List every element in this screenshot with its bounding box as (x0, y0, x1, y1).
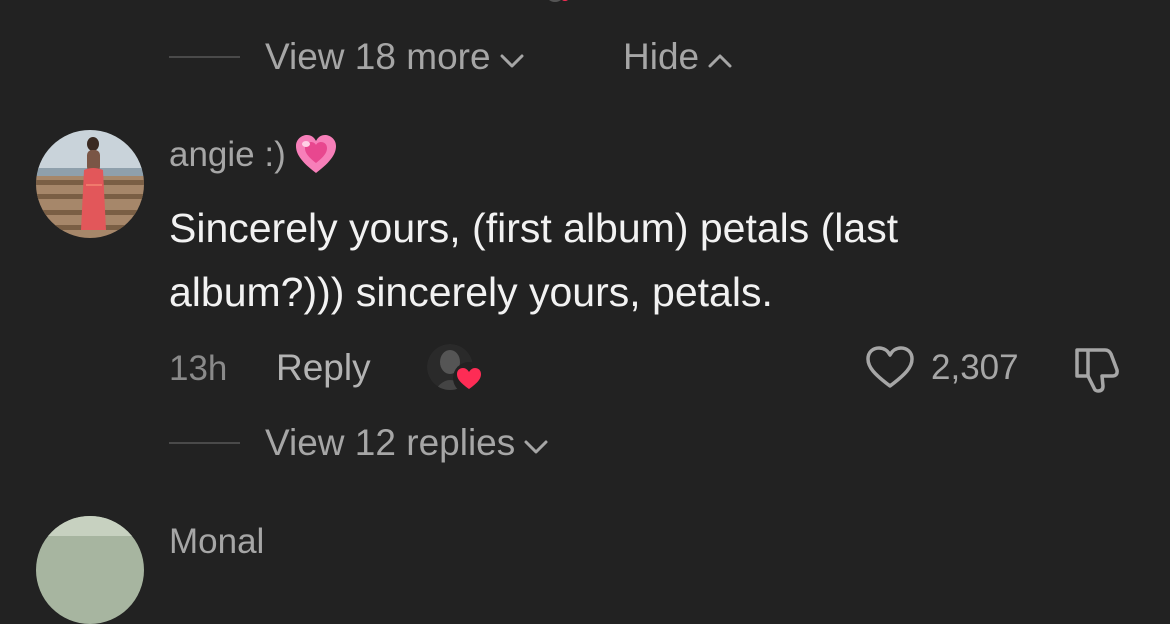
view-more-label: View 18 more (265, 36, 491, 77)
avatar[interactable] (36, 130, 144, 238)
heart-emoji (294, 133, 338, 177)
comment-text: Sincerely yours, (first album) petals (l… (169, 196, 898, 324)
view-more-button[interactable]: View 18 more (265, 35, 525, 79)
reply-button[interactable]: Reply (276, 346, 371, 390)
thumbs-down-icon[interactable] (1071, 344, 1125, 394)
hide-label: Hide (623, 36, 700, 77)
username[interactable]: angie :) (169, 133, 286, 177)
creator-liked-badge (452, 362, 486, 394)
comment-header: angie :) (169, 133, 338, 177)
hide-button[interactable]: Hide (623, 35, 733, 79)
next-comment-username[interactable]: Monal (169, 520, 264, 564)
like-count: 2,307 (931, 348, 1019, 387)
view-replies-label: View 12 replies (265, 422, 516, 463)
comment-text-line-2: album?))) sincerely yours, petals. (169, 269, 773, 315)
previous-row-remnant (420, 0, 1120, 4)
heart-outline-icon[interactable] (864, 344, 916, 390)
comment-timestamp: 13h (169, 349, 228, 388)
comment-text-line-1: Sincerely yours, (first album) petals (l… (169, 205, 899, 251)
view-replies-button[interactable]: View 12 replies (265, 421, 549, 465)
replies-divider-line (169, 442, 240, 444)
chevron-down-icon (523, 421, 549, 465)
chevron-down-icon (499, 35, 525, 79)
thread-divider-line (169, 56, 240, 58)
next-comment-avatar[interactable] (36, 516, 144, 624)
chevron-up-icon (707, 35, 733, 79)
